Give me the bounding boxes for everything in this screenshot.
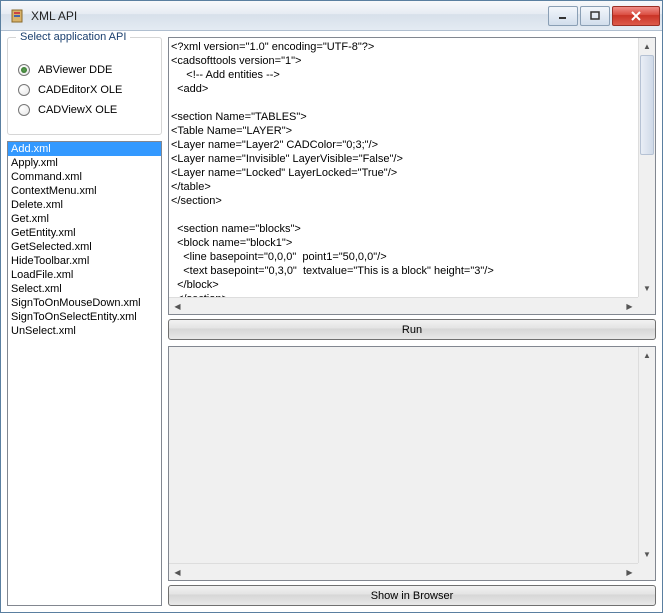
radio-label: ABViewer DDE bbox=[38, 64, 112, 76]
list-item[interactable]: Add.xml bbox=[8, 142, 161, 156]
run-button[interactable]: Run bbox=[168, 319, 656, 340]
list-item[interactable]: Command.xml bbox=[8, 170, 161, 184]
minimize-button[interactable] bbox=[548, 6, 578, 26]
radio-option[interactable]: CADViewX OLE bbox=[18, 104, 151, 116]
titlebar[interactable]: XML API bbox=[1, 1, 662, 31]
api-groupbox: Select application API ABViewer DDECADEd… bbox=[7, 37, 162, 135]
list-item[interactable]: ContextMenu.xml bbox=[8, 184, 161, 198]
close-button[interactable] bbox=[612, 6, 660, 26]
groupbox-title: Select application API bbox=[16, 31, 130, 43]
app-window: XML API Select application API ABViewer … bbox=[0, 0, 663, 613]
scroll-down-icon[interactable]: ▼ bbox=[639, 546, 655, 563]
maximize-button[interactable] bbox=[580, 6, 610, 26]
radio-label: CADViewX OLE bbox=[38, 104, 117, 116]
list-item[interactable]: Delete.xml bbox=[8, 198, 161, 212]
scroll-left-icon[interactable]: ◀ bbox=[169, 564, 186, 580]
list-item[interactable]: HideToolbar.xml bbox=[8, 254, 161, 268]
list-item[interactable]: SignToOnSelectEntity.xml bbox=[8, 310, 161, 324]
output-viewer[interactable]: ▲ ▼ ◀ ▶ bbox=[168, 346, 656, 581]
file-list[interactable]: Add.xmlApply.xmlCommand.xmlContextMenu.x… bbox=[7, 141, 162, 606]
list-item[interactable]: Apply.xml bbox=[8, 156, 161, 170]
radio-label: CADEditorX OLE bbox=[38, 84, 122, 96]
scroll-thumb[interactable] bbox=[640, 55, 654, 155]
radio-option[interactable]: CADEditorX OLE bbox=[18, 84, 151, 96]
scroll-right-icon[interactable]: ▶ bbox=[621, 298, 638, 314]
code-editor[interactable]: <?xml version="1.0" encoding="UTF-8"?> <… bbox=[168, 37, 656, 315]
list-item[interactable]: LoadFile.xml bbox=[8, 268, 161, 282]
scroll-down-icon[interactable]: ▼ bbox=[639, 280, 655, 297]
list-item[interactable]: GetSelected.xml bbox=[8, 240, 161, 254]
scroll-left-icon[interactable]: ◀ bbox=[169, 298, 186, 314]
scroll-right-icon[interactable]: ▶ bbox=[621, 564, 638, 580]
scroll-up-icon[interactable]: ▲ bbox=[639, 38, 655, 55]
code-text[interactable]: <?xml version="1.0" encoding="UTF-8"?> <… bbox=[169, 38, 638, 297]
scroll-corner bbox=[638, 297, 655, 314]
output-text bbox=[169, 347, 638, 563]
list-item[interactable]: SignToOnMouseDown.xml bbox=[8, 296, 161, 310]
vertical-scrollbar[interactable]: ▲ ▼ bbox=[638, 347, 655, 563]
show-in-browser-button[interactable]: Show in Browser bbox=[168, 585, 656, 606]
list-item[interactable]: UnSelect.xml bbox=[8, 324, 161, 338]
scroll-up-icon[interactable]: ▲ bbox=[639, 347, 655, 364]
scroll-corner bbox=[638, 563, 655, 580]
app-icon bbox=[9, 8, 25, 24]
horizontal-scrollbar[interactable]: ◀ ▶ bbox=[169, 563, 638, 580]
list-item[interactable]: Select.xml bbox=[8, 282, 161, 296]
vertical-scrollbar[interactable]: ▲ ▼ bbox=[638, 38, 655, 297]
radio-icon[interactable] bbox=[18, 84, 30, 96]
list-item[interactable]: Get.xml bbox=[8, 212, 161, 226]
window-title: XML API bbox=[31, 9, 546, 23]
radio-icon[interactable] bbox=[18, 104, 30, 116]
horizontal-scrollbar[interactable]: ◀ ▶ bbox=[169, 297, 638, 314]
radio-icon[interactable] bbox=[18, 64, 30, 76]
radio-option[interactable]: ABViewer DDE bbox=[18, 64, 151, 76]
list-item[interactable]: GetEntity.xml bbox=[8, 226, 161, 240]
